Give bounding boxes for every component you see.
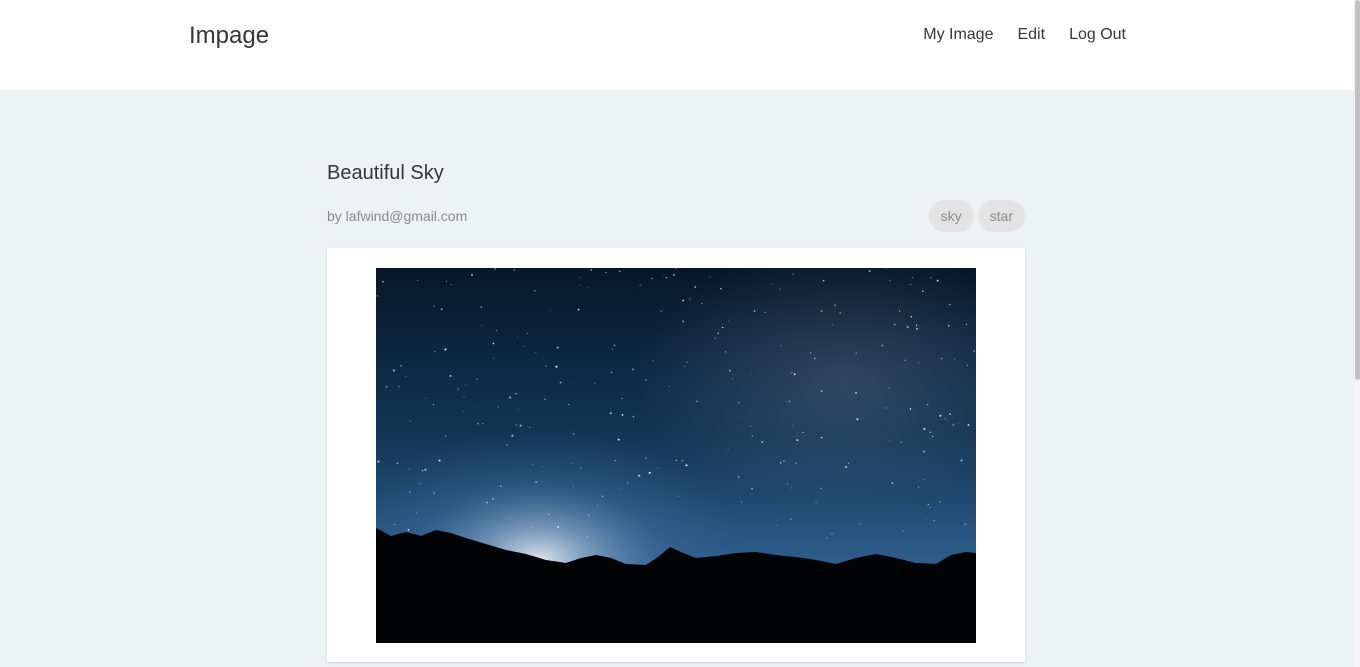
top-navbar: Impage My Image Edit Log Out xyxy=(0,0,1360,90)
scrollbar-thumb[interactable] xyxy=(1355,0,1360,380)
page-scrollbar[interactable] xyxy=(1354,0,1360,667)
image-card xyxy=(327,248,1025,662)
brand-logo-link[interactable]: Impage xyxy=(189,22,269,50)
tag-list: sky star xyxy=(928,200,1025,232)
nav-edit-link[interactable]: Edit xyxy=(1017,26,1045,44)
nav-links: My Image Edit Log Out xyxy=(923,26,1126,44)
tag-sky[interactable]: sky xyxy=(928,200,974,232)
night-sky-photo xyxy=(376,268,976,643)
nav-log-out-link[interactable]: Log Out xyxy=(1069,26,1126,44)
post-title: Beautiful Sky xyxy=(327,162,444,184)
tag-star[interactable]: star xyxy=(977,200,1025,232)
post-author: by lafwind@gmail.com xyxy=(327,208,468,224)
nav-my-image-link[interactable]: My Image xyxy=(923,26,993,44)
